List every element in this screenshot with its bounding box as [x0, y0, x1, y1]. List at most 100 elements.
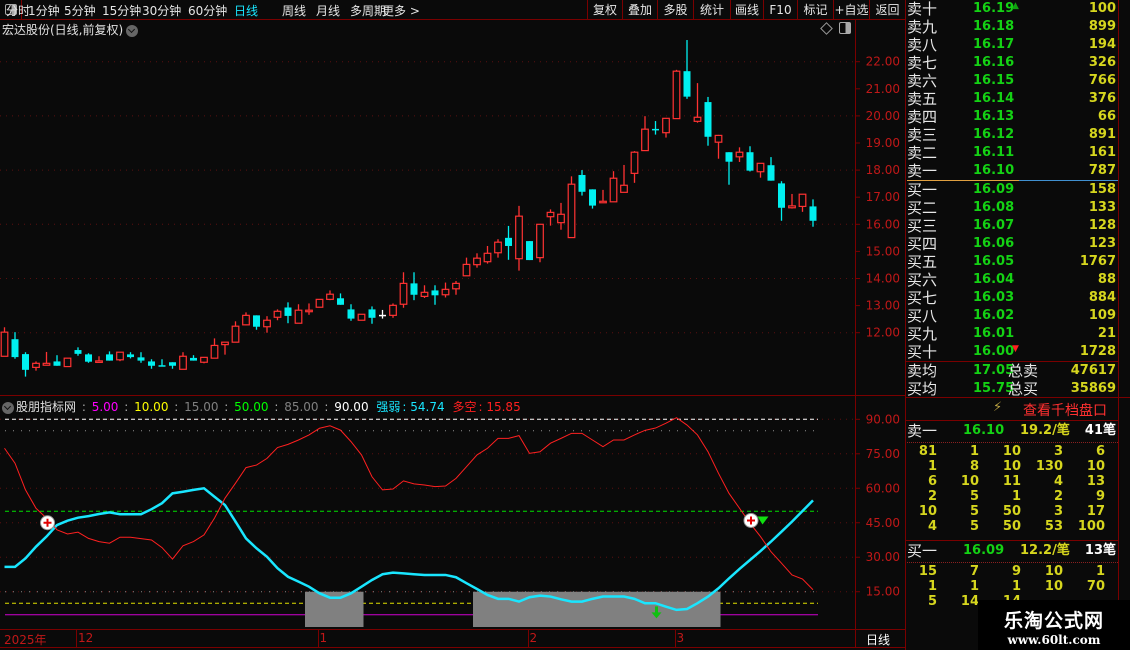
order-size: 3: [1053, 504, 1063, 519]
candle-body: [725, 152, 733, 162]
toolbar-button-3[interactable]: 统计: [693, 0, 730, 20]
ask-level-row[interactable]: 卖二 16.11 161: [905, 144, 1118, 162]
candle-body: [778, 183, 785, 208]
ask-level-row[interactable]: 卖九 16.18 899: [905, 18, 1118, 36]
period-tab-7[interactable]: 周线: [282, 2, 306, 19]
candle-body: [305, 309, 313, 313]
order-size: 17: [1086, 504, 1105, 519]
period-tab-0[interactable]: 分时: [6, 2, 30, 19]
bid-level-row[interactable]: 买二 16.08 133: [905, 199, 1118, 217]
candle: [53, 355, 61, 366]
level-price: 16.06: [973, 236, 1015, 251]
candle-body: [32, 362, 40, 368]
separator: :: [270, 400, 283, 414]
thousand-level-link[interactable]: 查看千档盘口: [1023, 400, 1107, 420]
ask-level-row[interactable]: 卖一 16.10 787: [905, 162, 1118, 180]
bid-level-row[interactable]: 买一 16.09 158: [905, 181, 1118, 199]
candle: [546, 209, 555, 226]
toolbar-button-8[interactable]: 返回: [869, 0, 905, 20]
level-price: 16.12: [973, 127, 1015, 142]
period-tab-2[interactable]: 5分钟: [64, 2, 96, 19]
price-tick-label: 13.00: [866, 299, 900, 313]
candle: [11, 332, 19, 359]
level-price: 16.09: [973, 182, 1015, 197]
period-tab-5[interactable]: 60分钟: [188, 2, 227, 19]
layout-toggle-icon[interactable]: [839, 22, 851, 34]
level-price: 16.02: [973, 308, 1015, 323]
candle-body: [515, 215, 523, 260]
bid-level-row[interactable]: 买八 16.02 109: [905, 307, 1118, 325]
bid-level-row[interactable]: 买十 16.00 1728 ▼: [905, 343, 1118, 361]
toolbar-button-5[interactable]: F10: [763, 0, 797, 20]
level-label: 卖三: [907, 126, 938, 144]
toolbar-button-1[interactable]: 叠加: [622, 0, 657, 20]
candle: [494, 239, 502, 258]
level-price: 16.15: [973, 73, 1015, 88]
candle: [179, 352, 187, 370]
candle: [557, 202, 565, 230]
toolbar-button-2[interactable]: 多股: [657, 0, 693, 20]
toolbar-button-7[interactable]: +自选: [833, 0, 869, 20]
separator: :: [320, 400, 333, 414]
candle-body: [672, 70, 681, 120]
indicator-param: 50.00: [234, 400, 269, 414]
candle-body: [253, 315, 260, 327]
period-tab-4[interactable]: 30分钟: [142, 2, 181, 19]
period-tab-1[interactable]: 1分钟: [28, 2, 60, 19]
order-size: 130: [1035, 459, 1063, 474]
order-queue-row: 15 7 9 10 1: [905, 564, 1118, 579]
ask-level-row[interactable]: 卖七 16.16 326: [905, 54, 1118, 72]
candle: [326, 290, 334, 301]
candle-body: [284, 307, 292, 316]
chevron-down-icon[interactable]: [126, 24, 139, 37]
ask-level-row[interactable]: 卖四 16.13 66: [905, 108, 1118, 126]
summary-row: 卖均 17.05 总卖 47617: [905, 362, 1118, 380]
bid-level-row[interactable]: 买四 16.06 123: [905, 235, 1118, 253]
bid-level-row[interactable]: 买六 16.04 88: [905, 271, 1118, 289]
bid-level-row[interactable]: 买九 16.01 21: [905, 325, 1118, 343]
chevron-down-icon[interactable]: [2, 401, 14, 414]
order-size: 14: [960, 594, 979, 609]
period-tab-6[interactable]: 日线: [234, 2, 258, 19]
price-tick-label: 19.00: [866, 136, 900, 150]
summary-label: 卖均: [907, 362, 938, 380]
detail-count: 41笔: [1084, 423, 1116, 438]
candle-body: [536, 223, 544, 259]
toolbar-button-6[interactable]: 标记: [797, 0, 833, 20]
candle: [473, 253, 481, 268]
toolbar-button-0[interactable]: 复权: [587, 0, 622, 20]
ask-level-row[interactable]: 卖八 16.17 194: [905, 36, 1118, 54]
bid-level-row[interactable]: 买三 16.07 128: [905, 217, 1118, 235]
candle-body: [746, 152, 754, 171]
level-price: 16.11: [973, 145, 1015, 160]
stock-title-text: 宏达股份(日线,前复权): [2, 23, 124, 37]
period-tab-3[interactable]: 15分钟: [102, 2, 141, 19]
order-size: 1: [1011, 579, 1021, 594]
period-tab-10[interactable]: 更多 >: [382, 2, 420, 19]
bid-level-row[interactable]: 买五 16.05 1767: [905, 253, 1118, 271]
panel-divider: [1118, 0, 1119, 650]
level-price: 16.00: [973, 344, 1015, 359]
order-size: 13: [1086, 474, 1105, 489]
ask1-detail-header: 卖一 16.10 19.2/笔 41笔: [905, 422, 1118, 440]
candle-body: [63, 357, 72, 368]
detail-label: 卖一: [907, 422, 938, 440]
candle: [505, 225, 512, 260]
ask-level-row[interactable]: 卖六 16.15 766: [905, 72, 1118, 90]
order-size: 1: [1011, 489, 1021, 504]
bid-level-row[interactable]: 买七 16.03 884: [905, 289, 1118, 307]
order-queue-row: 81 1 10 3 6: [905, 444, 1118, 459]
ask-level-row[interactable]: 卖三 16.12 891: [905, 126, 1118, 144]
candle-body: [505, 237, 512, 246]
period-tab-9[interactable]: 多周期: [350, 2, 386, 19]
level-label: 买八: [907, 307, 938, 325]
candle: [158, 359, 166, 367]
order-size: 5: [969, 504, 979, 519]
period-tab-daily[interactable]: 日线: [866, 631, 890, 648]
period-tab-8[interactable]: 月线: [316, 2, 340, 19]
toolbar-button-4[interactable]: 画线: [730, 0, 763, 20]
ask-level-row[interactable]: 卖五 16.14 376: [905, 90, 1118, 108]
ask-level-row[interactable]: 卖十 16.19 100 ▲: [905, 0, 1118, 18]
price-tick-label: 12.00: [866, 326, 900, 340]
candle: [704, 96, 712, 146]
